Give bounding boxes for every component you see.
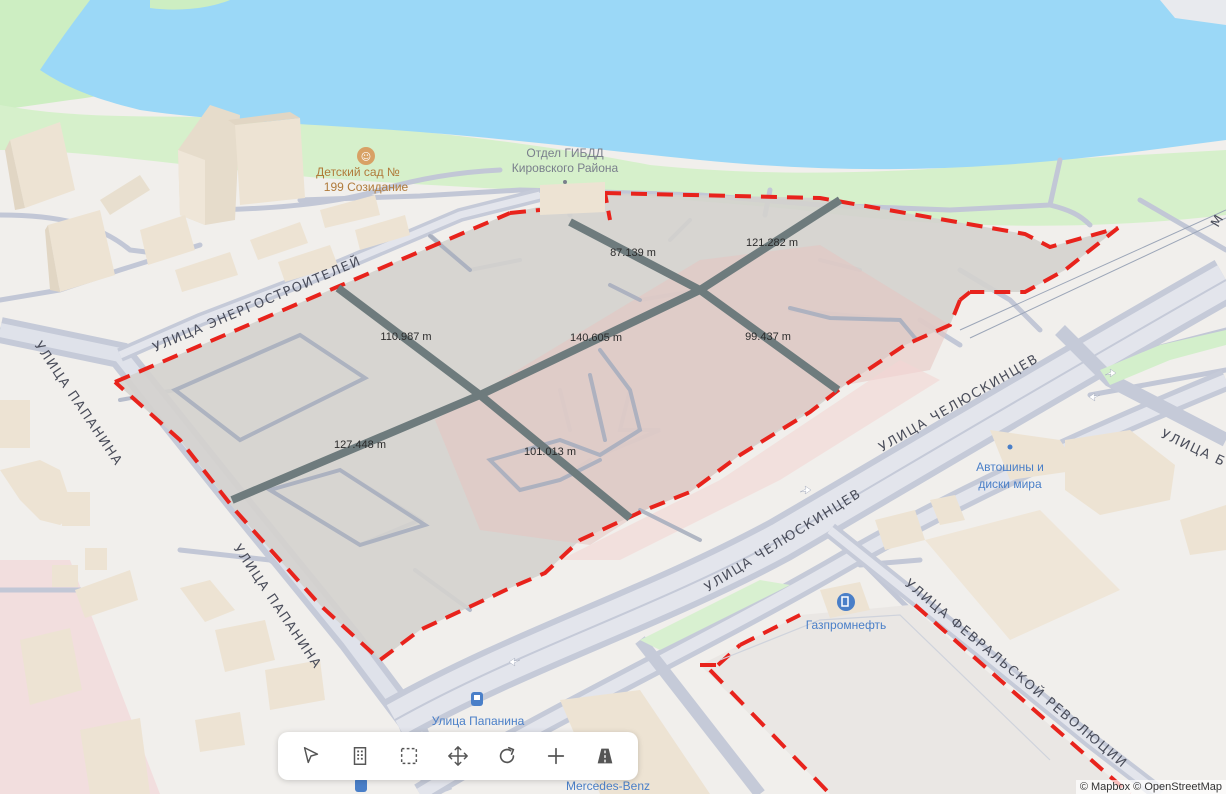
plus-icon [548, 747, 565, 765]
measure-label: 87.139 m [610, 247, 656, 259]
measure-label: 99.437 m [745, 331, 791, 343]
select-tool-button[interactable] [293, 738, 329, 774]
gibdd-label-1: Отдел ГИБДД [526, 146, 603, 160]
kindergarten-label-1: Детский сад № [316, 165, 400, 179]
measure-label: 121.282 m [746, 237, 798, 249]
road-icon [598, 748, 613, 764]
autoshiny-label-2: диски мира [978, 477, 1042, 491]
gibdd-dot-icon [563, 180, 567, 184]
measure-label: 101.013 m [524, 446, 576, 458]
rotate-tool-button[interactable] [489, 738, 525, 774]
building-tall-2 [228, 112, 305, 205]
rotate-icon [499, 746, 515, 764]
map-attribution[interactable]: © Mapbox © OpenStreetMap [1075, 780, 1226, 794]
move-tool-button[interactable] [440, 738, 476, 774]
autoshiny-dot-icon [1007, 444, 1013, 450]
mercedes-label: Mercedes-Benz [566, 779, 650, 793]
building-5 [0, 400, 30, 448]
map-toolbar [278, 732, 638, 780]
building-tool-button[interactable] [342, 738, 378, 774]
car-dealer-icon [355, 778, 367, 792]
area-select-tool-button[interactable] [391, 738, 427, 774]
building-17 [85, 548, 107, 570]
map-canvas[interactable]: УЛИЦА ЭНЕРГОСТРОИТЕЛЕЙ УЛИЦА ПАПАНИНА УЛ… [0, 0, 1226, 794]
measure-label: 127.448 m [334, 439, 386, 451]
svg-text:☺: ☺ [361, 152, 371, 163]
gazprom-label: Газпромнефть [806, 618, 887, 632]
measure-label: 140.605 m [570, 332, 622, 344]
road-tool-button[interactable] [587, 738, 623, 774]
gibdd-label-2: Кировского Района [512, 161, 619, 175]
move-arrows-icon [448, 746, 468, 766]
cursor-arrow-icon [303, 747, 318, 764]
kindergarten-label-2: 199 Созидание [324, 180, 409, 194]
add-tool-button[interactable] [538, 738, 574, 774]
measure-label: 110.987 m [380, 331, 431, 343]
dashed-square-icon [400, 747, 417, 765]
fuel-station-icon [837, 593, 855, 611]
building-13 [540, 182, 605, 215]
building-15 [62, 492, 90, 526]
building-24 [80, 718, 150, 794]
papanina-stop-label: Улица Папанина [432, 714, 525, 728]
building-16 [52, 565, 78, 587]
building-icon [353, 747, 366, 765]
autoshiny-label-1: Автошины и [976, 460, 1044, 474]
